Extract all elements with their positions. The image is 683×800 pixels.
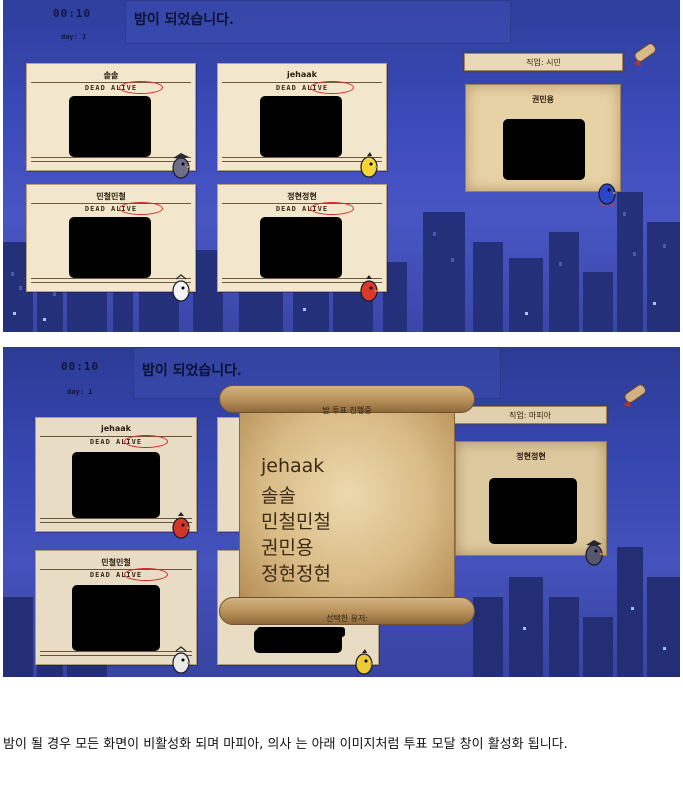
player-video <box>69 96 151 157</box>
my-video <box>503 119 585 180</box>
player-name: jehaak <box>287 70 317 79</box>
player-name: 민철민철 <box>96 192 126 201</box>
player-name: 정현정현 <box>287 192 317 201</box>
selected-user-slot <box>257 627 345 637</box>
alive-status-ring <box>119 202 163 215</box>
dead-alive-tag: DEAD ALIVE <box>275 84 329 92</box>
selected-user-label: 선택한 유저: <box>325 614 369 623</box>
player-card[interactable]: 정현정현 DEAD ALIVE <box>217 184 387 302</box>
vote-option-kwonminyong[interactable]: 권민용 <box>261 533 313 560</box>
player-card[interactable]: 솔솔 DEAD ALIVE <box>26 63 196 179</box>
night-vote-modal: 밤 투표 진행중 jehaak 솔솔 민철민철 권민용 정현정현 선택한 유저: <box>219 385 475 643</box>
vote-option-mincheol[interactable]: 민철민철 <box>261 507 331 534</box>
game-screen-night-vote: 00:10 day: 1 밤이 되었습니다. jehaak DEAD ALIVE… <box>3 347 680 677</box>
vote-title: 밤 투표 진행중 <box>322 406 372 415</box>
day-counter: day: 1 <box>61 33 87 41</box>
player-name: 솔솔 <box>103 71 119 80</box>
alive-status-ring <box>310 202 354 215</box>
player-video <box>69 217 151 278</box>
player-card[interactable]: 민철민철 DEAD ALIVE <box>26 184 196 302</box>
bird-icon <box>598 183 617 206</box>
alive-status-ring <box>119 81 163 94</box>
top-bar: 00:10 day: 1 밤이 되었습니다. <box>3 0 511 46</box>
vote-option-solsol[interactable]: 솔솔 <box>261 481 296 508</box>
player-card[interactable]: jehaak DEAD ALIVE <box>217 63 387 178</box>
dead-alive-tag: DEAD ALIVE <box>84 84 138 92</box>
player-video <box>260 217 342 278</box>
bird-icon <box>360 275 379 302</box>
player-video <box>260 96 342 157</box>
description-text: 밤이 될 경우 모든 화면이 비활성화 되며 마피아, 의사 는 아래 이미지처… <box>3 737 568 752</box>
dead-alive-tag: DEAD ALIVE <box>275 205 329 213</box>
crow-icon <box>172 153 191 179</box>
game-screen-day-night: 00:10 day: 1 밤이 되었습니다. 솔솔 DEAD ALIVE jeh… <box>3 0 680 332</box>
bird-icon <box>172 274 191 302</box>
alive-status-ring <box>310 81 354 94</box>
my-name: 권민용 <box>531 95 555 104</box>
status-message: 밤이 되었습니다. <box>134 12 234 28</box>
timer-clock: 00:10 <box>53 7 92 20</box>
dead-alive-tag: DEAD ALIVE <box>84 205 138 213</box>
vote-option-jeonghyeon[interactable]: 정현정현 <box>261 559 331 586</box>
message-box: 밤이 되었습니다. <box>125 0 511 44</box>
scroll-icon[interactable] <box>629 38 661 72</box>
job-banner: 직업: 시민 <box>464 53 623 71</box>
vote-option-jehaak[interactable]: jehaak <box>261 455 324 477</box>
bird-icon <box>360 152 379 178</box>
